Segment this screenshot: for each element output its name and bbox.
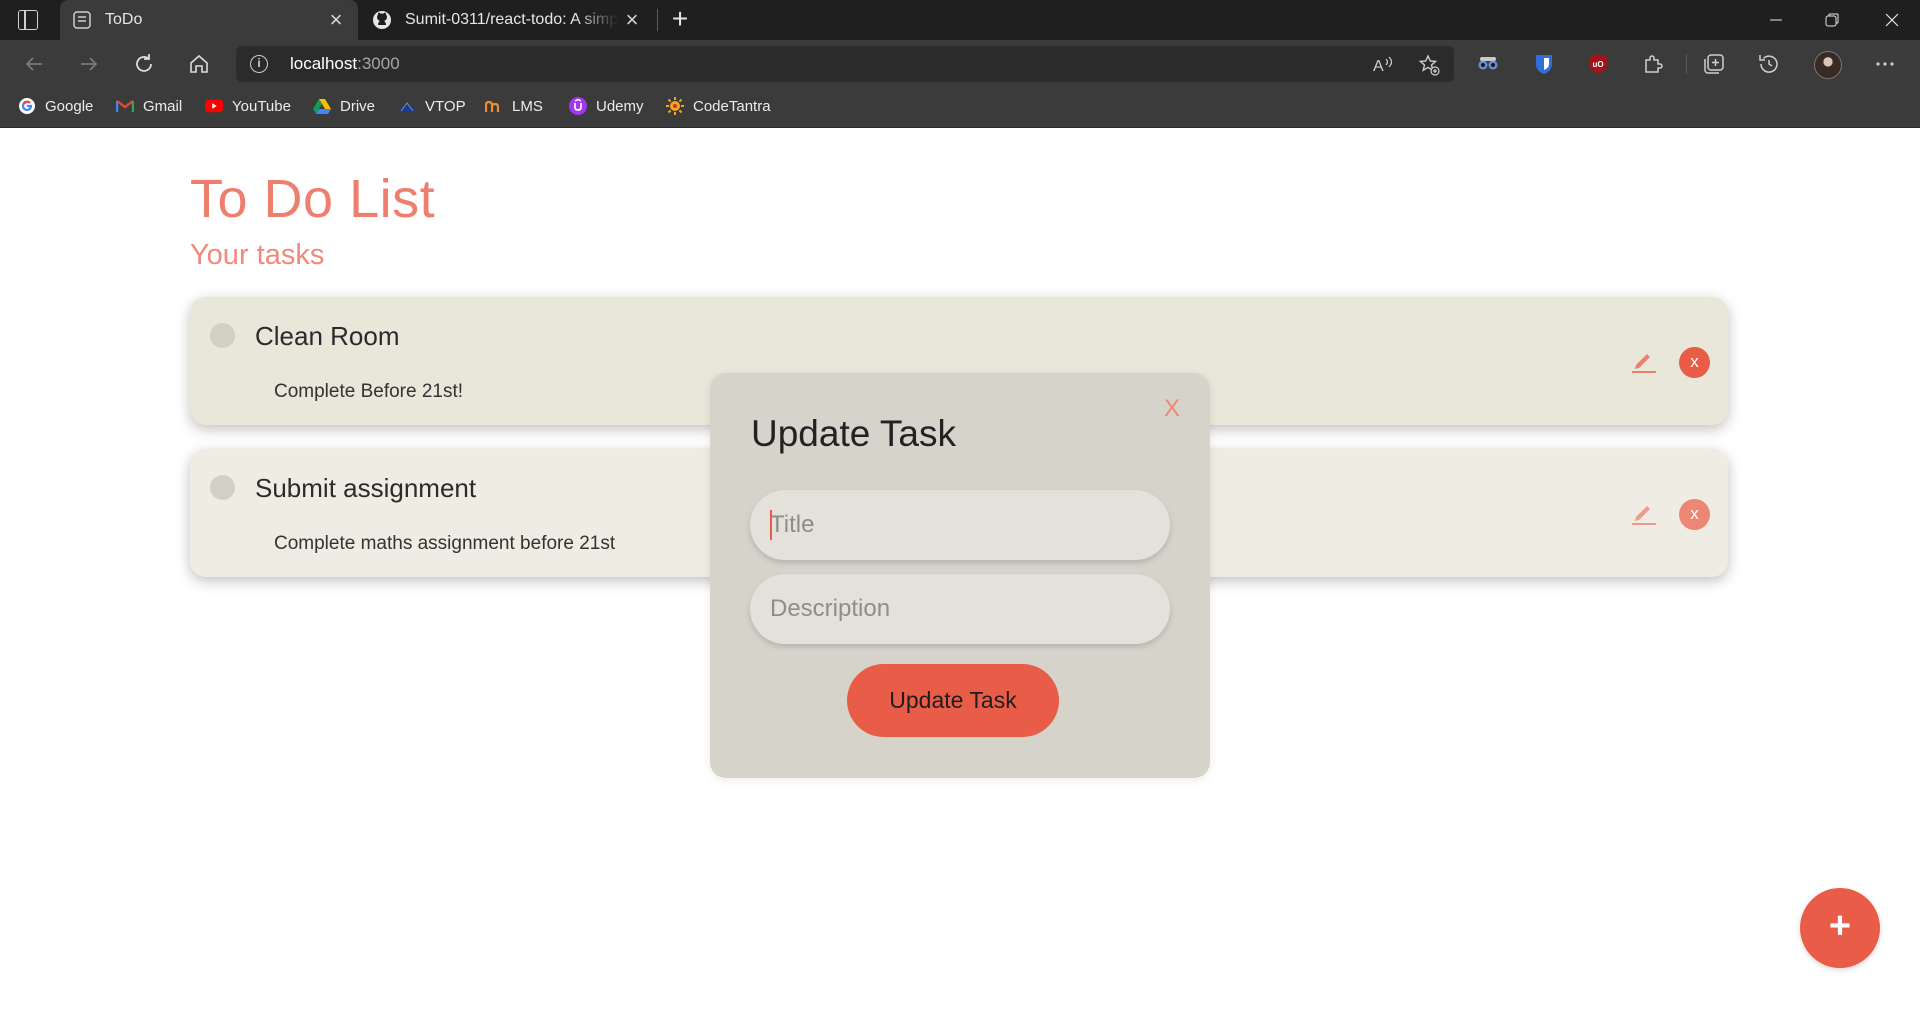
browser-tab-bar: ToDo × Sumit-0311/react-todo: A simple t… — [0, 0, 1920, 40]
drive-icon — [313, 97, 331, 115]
browser-toolbar: i localhost:3000 A uO — [0, 40, 1920, 88]
udemy-icon — [569, 97, 587, 115]
sidebar-toggle-icon[interactable] — [18, 10, 38, 30]
bookmark-google[interactable]: Google — [18, 88, 93, 124]
task-title-input[interactable] — [750, 490, 1170, 560]
codetantra-icon — [666, 97, 684, 115]
page-icon — [73, 11, 91, 29]
restore-icon — [1825, 13, 1839, 27]
vtop-icon — [398, 97, 416, 115]
url-text: localhost:3000 — [290, 46, 400, 82]
svg-text:uO: uO — [1593, 60, 1604, 69]
tab-github[interactable]: Sumit-0311/react-todo: A simple to-do ap… — [360, 0, 654, 40]
forward-arrow-icon — [81, 57, 98, 71]
youtube-icon — [205, 97, 223, 115]
extensions-puzzle-icon[interactable] — [1641, 52, 1665, 76]
ublock-icon[interactable]: uO — [1586, 52, 1610, 76]
bookmark-gmail[interactable]: Gmail — [116, 88, 182, 124]
profile-avatar[interactable] — [1814, 51, 1842, 79]
edit-pencil-icon[interactable] — [1628, 345, 1658, 375]
page-title: To Do List — [190, 169, 436, 229]
task-title: Submit assignment — [255, 473, 477, 503]
close-icon — [1885, 13, 1899, 27]
url-host: localhost — [290, 54, 358, 73]
delete-task-button[interactable]: x — [1679, 499, 1710, 530]
tab-close-icon[interactable]: × — [326, 9, 346, 31]
task-description-input[interactable] — [750, 574, 1170, 644]
modal-close-button[interactable]: X — [1164, 395, 1180, 423]
add-favorite-icon[interactable] — [1418, 54, 1440, 76]
task-description: Complete Before 21st! — [274, 381, 464, 402]
bookmark-udemy[interactable]: Udemy — [569, 88, 644, 124]
address-bar[interactable]: i localhost:3000 A — [236, 46, 1454, 82]
restore-button[interactable] — [1804, 0, 1860, 40]
back-button[interactable] — [20, 50, 48, 78]
update-task-button[interactable]: Update Task — [847, 664, 1059, 737]
toolbar-separator — [1686, 54, 1687, 74]
bookmarks-bar: Google Gmail YouTube Drive VTOP LMS Udem… — [0, 88, 1920, 128]
home-button[interactable] — [185, 50, 213, 78]
tab-title: ToDo — [105, 11, 143, 28]
delete-task-button[interactable]: x — [1679, 347, 1710, 378]
extension-glasses-icon[interactable] — [1476, 52, 1500, 76]
todo-page: To Do List Your tasks Clean Room Complet… — [0, 128, 1920, 1021]
bookmark-label: Udemy — [596, 97, 644, 115]
home-icon — [190, 54, 208, 73]
more-options-icon[interactable] — [1873, 52, 1897, 76]
modal-heading: Update Task — [751, 413, 956, 454]
task-complete-checkbox[interactable] — [210, 475, 235, 500]
task-complete-checkbox[interactable] — [210, 323, 235, 348]
svg-text:A: A — [1373, 58, 1384, 75]
refresh-button[interactable] — [130, 50, 158, 78]
minimize-icon — [1770, 19, 1782, 21]
site-info-icon[interactable]: i — [250, 55, 268, 73]
task-title: Clean Room — [255, 321, 400, 351]
bookmark-vtop[interactable]: VTOP — [398, 88, 466, 124]
lms-icon — [485, 97, 503, 115]
bookmark-label: Drive — [340, 97, 376, 115]
page-subtitle: Your tasks — [190, 239, 325, 271]
bookmark-codetantra[interactable]: CodeTantra — [666, 88, 771, 124]
refresh-icon — [136, 54, 152, 72]
bookmark-label: YouTube — [232, 97, 291, 115]
back-arrow-icon — [25, 57, 42, 71]
minimize-button[interactable] — [1748, 0, 1804, 40]
collections-icon[interactable] — [1702, 52, 1726, 76]
bookmark-label: Gmail — [143, 97, 183, 115]
bookmark-label: VTOP — [425, 97, 466, 115]
bitwarden-icon[interactable] — [1532, 52, 1556, 76]
bookmark-label: LMS — [512, 97, 543, 115]
history-icon[interactable] — [1757, 52, 1781, 76]
read-aloud-icon[interactable]: A — [1372, 54, 1394, 76]
tab-separator — [657, 9, 658, 31]
text-caret — [770, 510, 772, 540]
new-tab-button[interactable]: + — [668, 5, 692, 33]
tab-title: Sumit-0311/react-todo: A simple to-do ap… — [405, 11, 618, 28]
close-window-button[interactable] — [1864, 0, 1920, 40]
tab-todo[interactable]: ToDo × — [60, 0, 358, 40]
bookmark-drive[interactable]: Drive — [313, 88, 375, 124]
google-icon — [18, 97, 36, 115]
bookmark-label: Google — [45, 97, 94, 115]
bookmark-youtube[interactable]: YouTube — [205, 88, 291, 124]
bookmark-lms[interactable]: LMS — [485, 88, 543, 124]
url-port: :3000 — [357, 54, 400, 73]
forward-button[interactable] — [75, 50, 103, 78]
add-task-button[interactable]: + — [1800, 888, 1880, 968]
update-task-modal: X Update Task Update Task — [710, 373, 1210, 778]
gmail-icon — [116, 97, 134, 115]
edit-pencil-icon[interactable] — [1628, 497, 1658, 527]
task-description: Complete maths assignment before 21st — [274, 533, 616, 554]
tab-close-icon[interactable]: × — [622, 9, 642, 31]
github-icon — [373, 11, 391, 29]
bookmark-label: CodeTantra — [693, 97, 771, 115]
